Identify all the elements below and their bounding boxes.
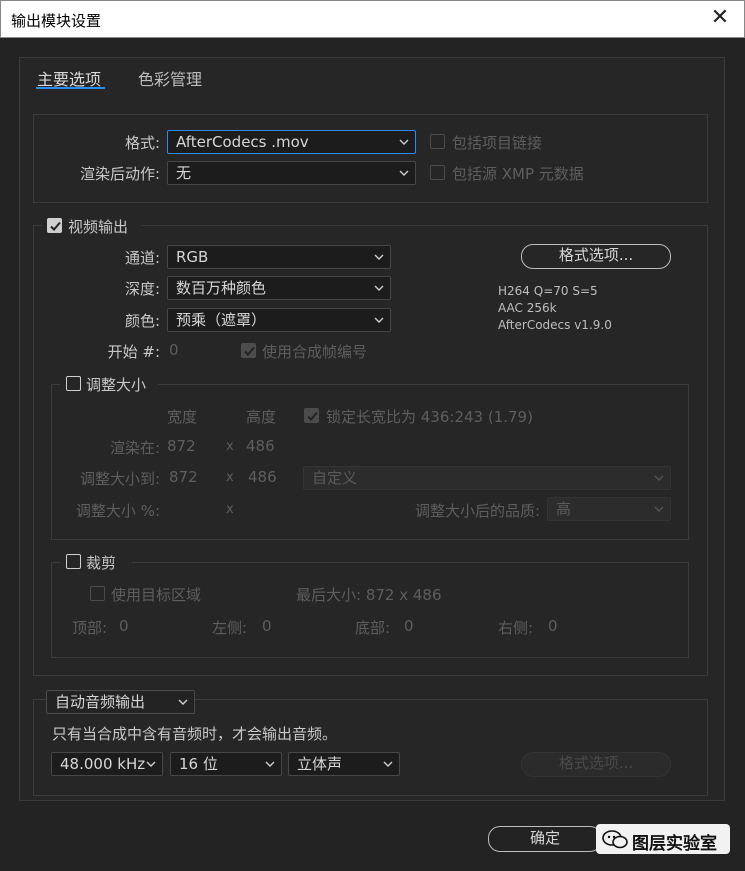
lock-aspect-label: 锁定长宽比为 436:243 (1.79)	[326, 408, 533, 426]
crop-left-label: 左侧:	[212, 619, 248, 637]
codec-info-line: AfterCodecs v1.9.0	[498, 318, 612, 332]
audio-bits-value: 16 位	[179, 755, 218, 773]
resize-to-width[interactable]: 872	[169, 468, 198, 486]
depth-label: 深度:	[124, 280, 160, 298]
lock-aspect-checkbox[interactable]	[304, 408, 319, 423]
chevron-down-icon	[399, 168, 409, 178]
codec-info-line: AAC 256k	[498, 301, 557, 315]
audio-mode-dropdown[interactable]: 自动音频输出	[46, 690, 195, 714]
format-group	[33, 114, 708, 203]
codec-info-line: H264 Q=70 S=5	[498, 284, 598, 298]
resize-preset-dropdown[interactable]: 自定义	[303, 466, 671, 490]
chevron-down-icon	[178, 697, 188, 707]
chevron-down-icon	[399, 137, 409, 147]
resize-quality-label: 调整大小后的品质:	[414, 502, 540, 520]
resize-to-label: 调整大小到:	[79, 470, 160, 488]
render-times: x	[226, 439, 234, 454]
audio-format-options-button[interactable]: 格式选项...	[521, 752, 671, 777]
crop-bottom-label: 底部:	[355, 619, 391, 637]
codec-info: H264 Q=70 S=5 AAC 256k AfterCodecs v1.9.…	[498, 283, 612, 334]
crop-right-label: 右侧:	[498, 619, 534, 637]
format-value: AfterCodecs .mov	[176, 133, 309, 151]
color-dropdown[interactable]: 预乘（遮罩）	[167, 308, 391, 332]
chevron-down-icon	[265, 759, 275, 769]
watermark-text: 图层实验室	[632, 834, 717, 854]
audio-rate-value: 48.000 kHz	[60, 755, 146, 773]
crop-top-label: 顶部:	[72, 619, 108, 637]
audio-channels-dropdown[interactable]: 立体声	[288, 752, 400, 776]
resize-to-times: x	[226, 470, 234, 485]
use-comp-frame-label: 使用合成帧编号	[262, 343, 368, 361]
check-icon	[50, 221, 61, 231]
format-label: 格式:	[124, 134, 160, 152]
resize-percent-label: 调整大小 %:	[75, 502, 160, 520]
final-size-label: 最后大小: 872 x 486	[296, 586, 442, 604]
post-render-dropdown[interactable]: 无	[167, 161, 416, 185]
check-icon	[244, 346, 255, 356]
depth-value: 数百万种颜色	[176, 279, 267, 297]
resize-label: 调整大小	[86, 376, 147, 394]
video-output-checkbox[interactable]	[47, 218, 62, 233]
audio-rate-dropdown[interactable]: 48.000 kHz	[51, 752, 163, 776]
include-link-label: 包括项目链接	[452, 134, 543, 152]
crop-bottom-value[interactable]: 0	[404, 617, 414, 635]
post-render-label: 渲染后动作:	[79, 165, 160, 183]
resize-preset-value: 自定义	[312, 469, 358, 487]
start-frame-label: 开始 #:	[107, 343, 160, 361]
resize-to-height[interactable]: 486	[248, 468, 277, 486]
crop-checkbox[interactable]	[66, 554, 81, 569]
ok-button[interactable]: 确定	[488, 826, 602, 852]
resize-quality-dropdown[interactable]: 高	[547, 497, 671, 521]
include-xmp-checkbox[interactable]	[430, 165, 445, 180]
channels-value: RGB	[176, 248, 209, 266]
video-output-label: 视频输出	[68, 218, 129, 236]
height-header: 高度	[246, 408, 277, 426]
crop-label: 裁剪	[86, 554, 117, 572]
chevron-down-icon	[654, 473, 664, 483]
video-format-options-button[interactable]: 格式选项...	[521, 244, 671, 269]
audio-mode-value: 自动音频输出	[55, 693, 146, 711]
resize-checkbox[interactable]	[66, 376, 81, 391]
render-height: 486	[246, 437, 275, 455]
use-roi-checkbox[interactable]	[90, 586, 105, 601]
crop-group	[51, 562, 689, 658]
crop-right-value[interactable]: 0	[548, 617, 558, 635]
depth-dropdown[interactable]: 数百万种颜色	[167, 276, 391, 300]
format-dropdown[interactable]: AfterCodecs .mov	[167, 130, 416, 154]
audio-bits-dropdown[interactable]: 16 位	[170, 752, 282, 776]
use-comp-frame-checkbox[interactable]	[241, 343, 256, 358]
chevron-down-icon	[374, 283, 384, 293]
close-icon[interactable]: ✕	[708, 6, 732, 30]
chevron-down-icon	[374, 315, 384, 325]
chevron-down-icon	[383, 759, 393, 769]
resize-percent-times: x	[226, 502, 234, 517]
chevron-down-icon	[374, 252, 384, 262]
crop-left-value[interactable]: 0	[262, 617, 272, 635]
color-label: 颜色:	[124, 312, 160, 330]
include-link-checkbox[interactable]	[430, 134, 445, 149]
render-at-label: 渲染在:	[109, 439, 160, 457]
chevron-down-icon	[146, 759, 156, 769]
check-icon	[307, 411, 318, 421]
wechat-icon	[602, 829, 628, 853]
audio-channels-value: 立体声	[297, 755, 343, 773]
resize-quality-value: 高	[556, 500, 572, 518]
width-header: 宽度	[167, 408, 198, 426]
audio-note: 只有当合成中含有音频时，才会输出音频。	[52, 725, 338, 743]
channels-label: 通道:	[124, 249, 160, 267]
color-value: 预乘（遮罩）	[176, 311, 267, 329]
tab-color-management[interactable]: 色彩管理	[138, 66, 202, 90]
post-render-value: 无	[176, 164, 192, 182]
render-width: 872	[167, 437, 196, 455]
title-bar: 输出模块设置 ✕	[0, 0, 745, 38]
watermark: 图层实验室	[596, 824, 730, 854]
include-xmp-label: 包括源 XMP 元数据	[452, 165, 584, 183]
crop-top-value[interactable]: 0	[119, 617, 129, 635]
window-title: 输出模块设置	[11, 12, 102, 30]
start-frame-value[interactable]: 0	[169, 341, 179, 359]
use-roi-label: 使用目标区域	[111, 586, 202, 604]
active-tab-indicator	[36, 87, 105, 89]
channels-dropdown[interactable]: RGB	[167, 245, 391, 269]
chevron-down-icon	[654, 504, 664, 514]
